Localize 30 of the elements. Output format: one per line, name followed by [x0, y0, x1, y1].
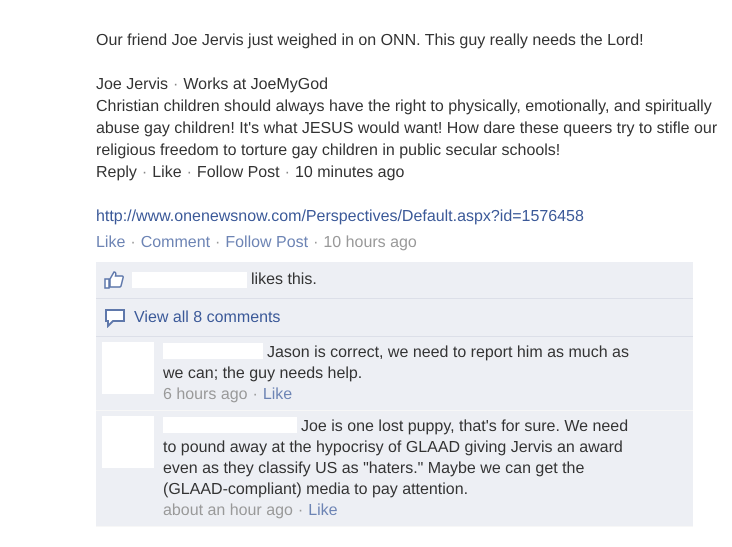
separator-dot: ·: [313, 233, 318, 253]
comment-text: Joe is one lost puppy, that's for sure. We need to pound away at the hypocrisy of GLAAD giving Jervis an award even as they classify US as "haters." Maybe we can get the (GLAAD-compliant) media to pay attention.: [163, 416, 630, 500]
post-action-link[interactable]: Comment: [140, 232, 210, 254]
post-action-link[interactable]: Follow Post: [225, 232, 308, 254]
comment-time: about an hour ago: [163, 501, 293, 521]
separator-dot: ·: [298, 501, 304, 521]
separator-dot: ·: [284, 163, 290, 183]
speech-bubble-icon: [104, 308, 126, 328]
quote-action-link[interactable]: Reply: [96, 162, 137, 184]
likes-text: likes this.: [251, 270, 317, 290]
comment-text: Jason is correct, we need to report him as much as we can; the guy needs help.: [163, 342, 630, 384]
quote-action-link[interactable]: Follow Post: [196, 162, 280, 184]
separator-dot: ·: [130, 233, 136, 253]
separator-dot: ·: [252, 385, 258, 405]
separator-dot: ·: [142, 163, 148, 183]
separator-dot: ·: [215, 233, 220, 253]
separator-dot: ·: [173, 75, 178, 95]
view-all-comments-link[interactable]: View all 8 comments: [134, 306, 280, 330]
quote-workplace[interactable]: Works at JoeMyGod: [183, 74, 328, 96]
post-text: Our friend Joe Jervis just weighed in on ONN. This guy really needs the Lord!: [96, 31, 645, 51]
post-time: 10 hours ago: [323, 233, 417, 253]
quote-author[interactable]: Joe Jervis: [96, 74, 168, 96]
thumbs-up-icon[interactable]: [104, 271, 124, 289]
comment-time: 6 hours ago: [163, 385, 248, 405]
quote-action-link[interactable]: Like: [152, 162, 182, 184]
post-action-link[interactable]: Like: [96, 232, 126, 254]
shared-link[interactable]: http://www.onenewsnow.com/Perspectives/Default.aspx?id=1576458: [96, 206, 584, 228]
quote-time: 10 minutes ago: [294, 163, 404, 183]
quote-body: Christian children should always have the right to physically, emotionally, and spiritually abuse gay children! It's what JESUS would want! How dare these queers try to stifle our religious freedom to torture gay children in public secular schools!: [96, 97, 718, 161]
separator-dot: ·: [186, 163, 192, 183]
